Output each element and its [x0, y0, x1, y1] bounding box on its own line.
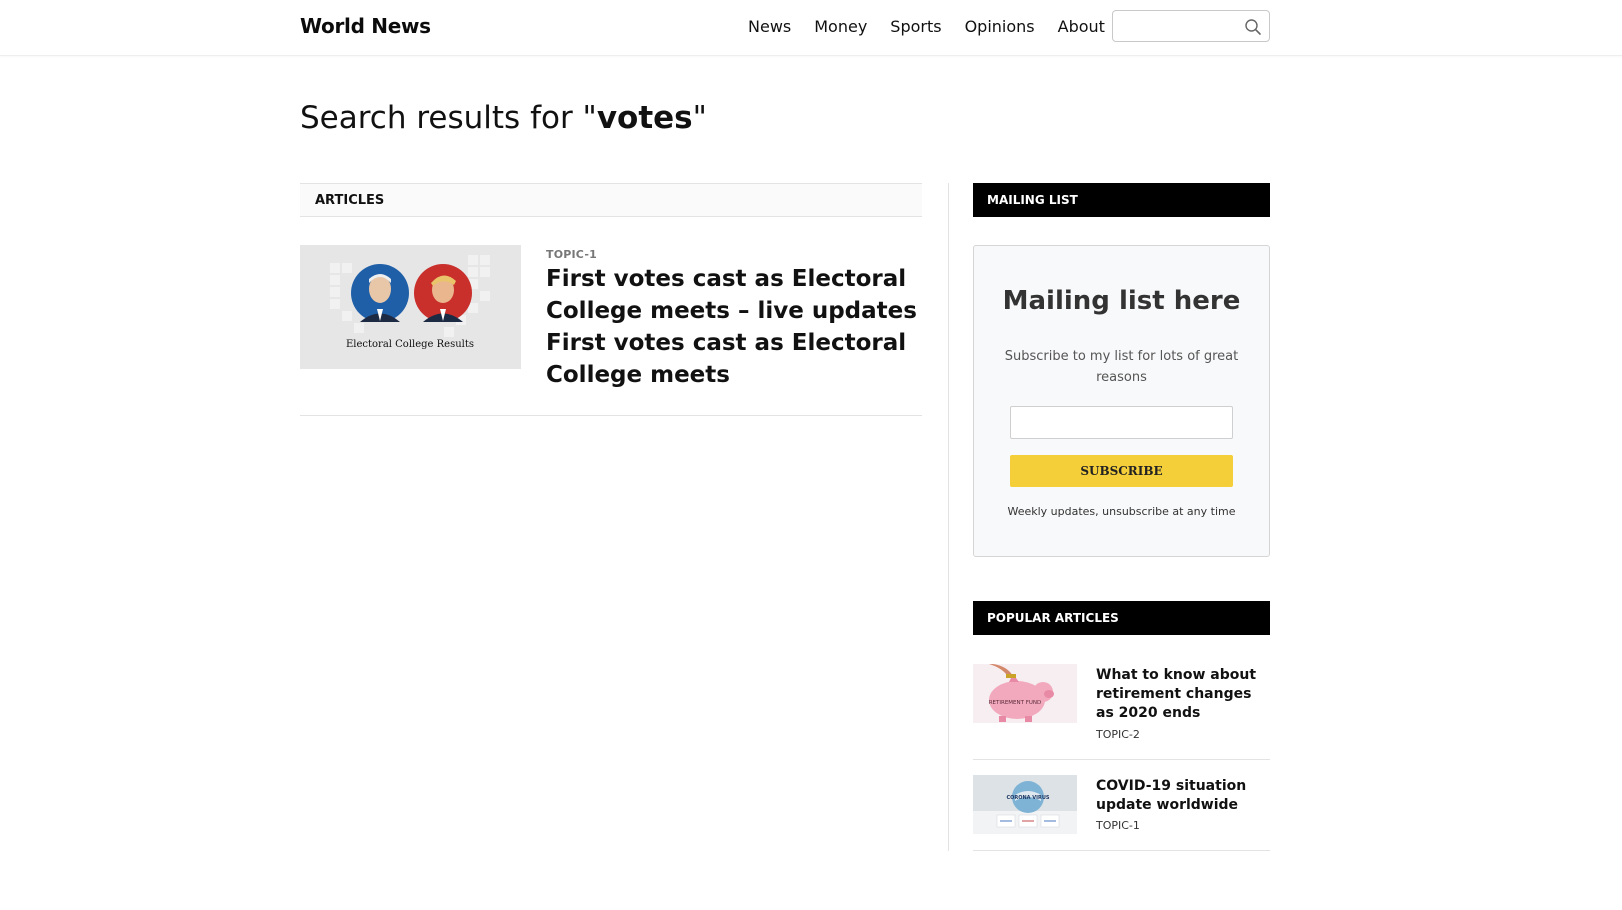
search-results-title: Search results for "votes" — [300, 100, 707, 136]
articles-heading: ARTICLES — [315, 193, 385, 208]
popular-articles-header: POPULAR ARTICLES — [973, 601, 1270, 635]
site-logo[interactable]: World News — [300, 14, 431, 38]
search-query: votes — [596, 100, 693, 136]
popular-article-item: RETIREMENT FUND What to know about retir… — [973, 664, 1270, 760]
nav-item-about[interactable]: About — [1058, 17, 1105, 36]
email-field[interactable] — [1010, 406, 1233, 439]
mailing-list-heading: MAILING LIST — [987, 193, 1078, 207]
nav-item-news[interactable]: News — [748, 17, 791, 36]
search-input[interactable] — [1119, 17, 1235, 37]
covid-globe-image: CORONA VIRUS — [973, 775, 1077, 834]
mailing-list-note: Weekly updates, unsubscribe at any time — [1007, 505, 1236, 518]
article-result: Electoral College Results TOPIC-1 First … — [300, 245, 922, 416]
search-box — [1112, 10, 1270, 42]
piggy-bank-image: RETIREMENT FUND — [973, 664, 1077, 723]
article-title-link[interactable]: First votes cast as Electoral College me… — [546, 263, 926, 391]
site-header: World News News Money Sports Opinions Ab… — [0, 0, 1622, 56]
piggy-bank-label: RETIREMENT FUND — [989, 700, 1042, 706]
electoral-map-image: Electoral College Results — [300, 245, 521, 369]
popular-article-title[interactable]: What to know about retirement changes as… — [1096, 666, 1268, 723]
article-thumbnail[interactable]: Electoral College Results — [300, 245, 521, 369]
popular-article-thumbnail[interactable]: CORONA VIRUS — [973, 775, 1077, 834]
subscribe-button[interactable]: SUBSCRIBE — [1010, 455, 1233, 487]
mailing-list-subtitle: Subscribe to my list for lots of great r… — [1004, 349, 1239, 385]
nav-item-sports[interactable]: Sports — [890, 17, 941, 36]
mailing-list-title: Mailing list here — [1002, 286, 1241, 316]
globe-label: CORONA VIRUS — [1006, 795, 1049, 801]
popular-article-title[interactable]: COVID-19 situation update worldwide — [1096, 777, 1268, 815]
popular-article-topic[interactable]: TOPIC-2 — [1096, 728, 1140, 741]
mailing-list-widget: Mailing list here Subscribe to my list f… — [973, 245, 1270, 557]
articles-section-header: ARTICLES — [300, 183, 922, 217]
results-prefix: Search results for " — [300, 100, 597, 136]
popular-article-topic[interactable]: TOPIC-1 — [1096, 819, 1140, 832]
article-topic[interactable]: TOPIC-1 — [546, 248, 597, 261]
column-divider — [948, 183, 949, 851]
search-icon[interactable] — [1244, 18, 1262, 36]
results-suffix: " — [692, 100, 707, 136]
mailing-list-header: MAILING LIST — [973, 183, 1270, 217]
popular-article-thumbnail[interactable]: RETIREMENT FUND — [973, 664, 1077, 723]
popular-articles-heading: POPULAR ARTICLES — [987, 611, 1119, 625]
nav-item-opinions[interactable]: Opinions — [965, 17, 1035, 36]
popular-article-item: CORONA VIRUS COVID-19 situation update w… — [973, 775, 1270, 851]
nav-item-money[interactable]: Money — [814, 17, 867, 36]
main-nav: News Money Sports Opinions About — [748, 17, 1128, 36]
thumbnail-caption: Electoral College Results — [346, 339, 474, 350]
